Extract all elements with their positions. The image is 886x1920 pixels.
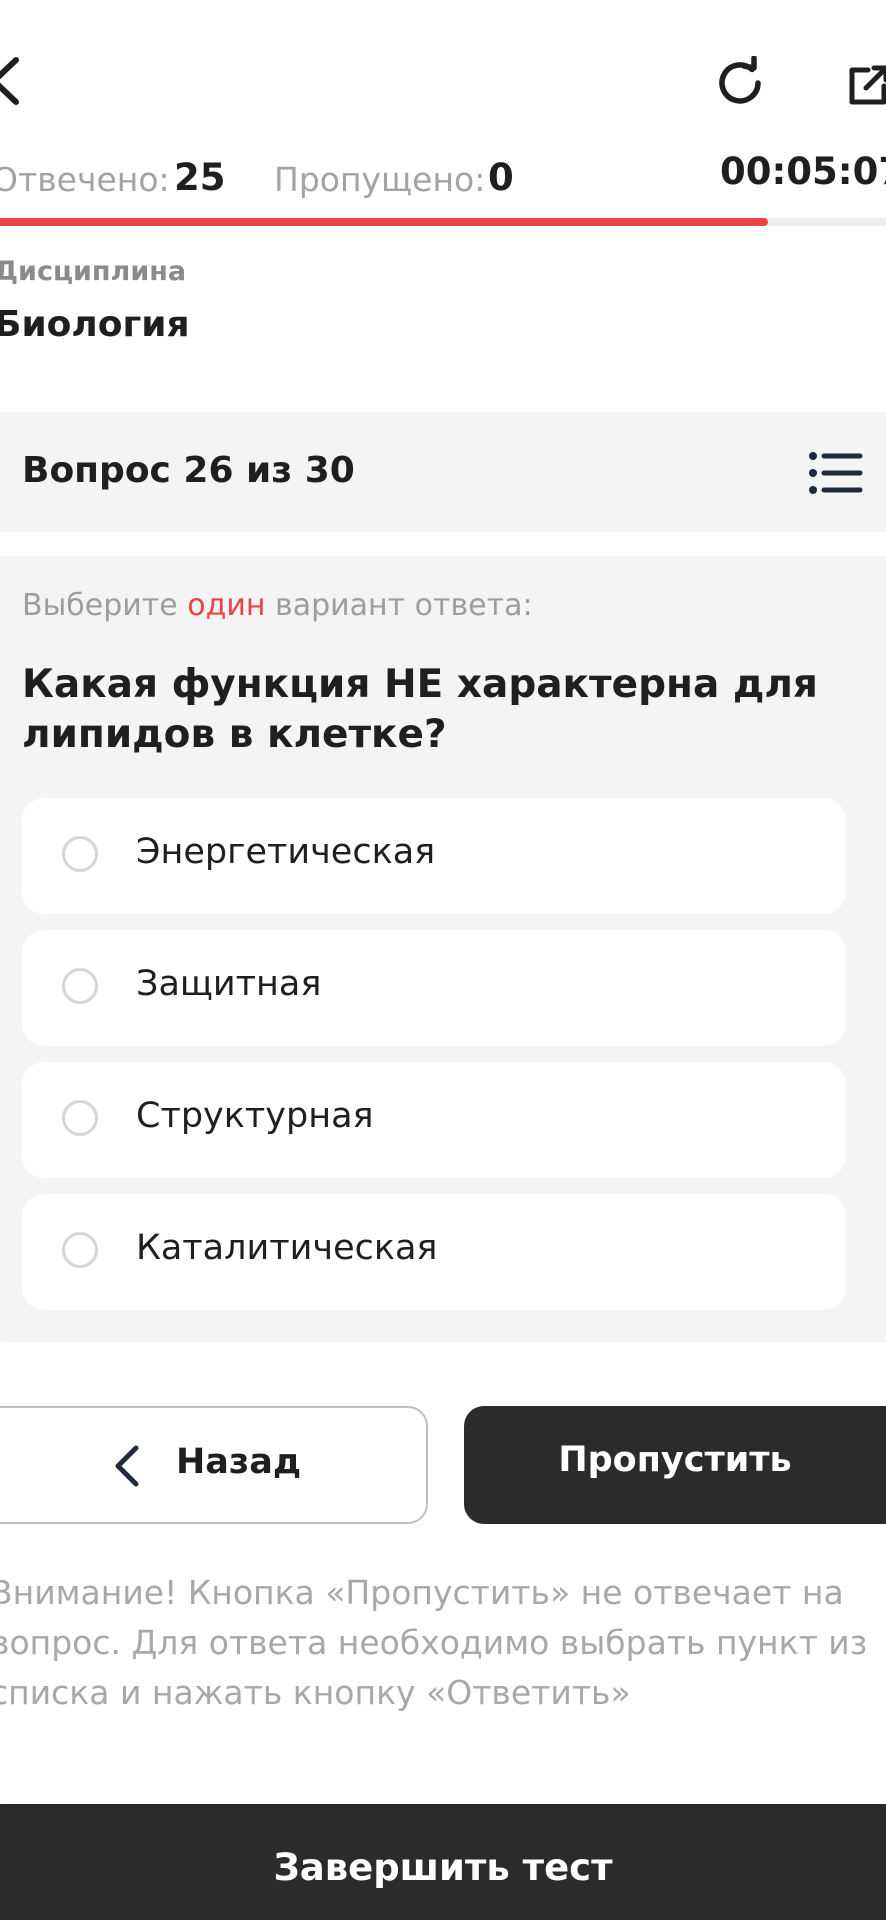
option-label: Структурная xyxy=(136,1096,374,1136)
skip-warning: Внимание! Кнопка «Пропустить» не отвечае… xyxy=(0,1573,868,1712)
progress-bar xyxy=(0,218,886,226)
refresh-icon[interactable] xyxy=(714,56,768,110)
quiz-screen: Отвечено: 25 Пропущено: 0 00:05:07 Дисци… xyxy=(0,0,886,1920)
instruction-text: Выберите xyxy=(22,588,178,623)
stats-row: Отвечено: 25 Пропущено: 0 00:05:07 xyxy=(0,150,886,210)
answer-option[interactable]: Защитная xyxy=(22,930,846,1046)
question-card: Выберите один вариант ответа: Какая функ… xyxy=(0,556,886,1342)
back-button-label: Назад xyxy=(176,1442,302,1482)
question-list-icon[interactable] xyxy=(808,450,864,496)
discipline-label: Дисциплина xyxy=(0,256,187,287)
answer-option[interactable]: Каталитическая xyxy=(22,1194,846,1310)
discipline-value: Биология xyxy=(0,304,190,345)
answer-option[interactable]: Структурная xyxy=(22,1062,846,1178)
finish-test-button[interactable]: Завершить тест xyxy=(0,1804,886,1920)
radio-button[interactable] xyxy=(62,836,98,872)
question-text: Какая функция НЕ характерна для липидов … xyxy=(22,662,818,757)
skip-button[interactable]: Пропустить xyxy=(464,1406,886,1524)
radio-button[interactable] xyxy=(62,1232,98,1268)
chevron-left-icon[interactable] xyxy=(0,56,22,106)
answer-option[interactable]: Энергетическая xyxy=(22,798,846,914)
external-link-icon[interactable] xyxy=(846,62,886,108)
chevron-left-icon xyxy=(115,1445,139,1487)
option-label: Энергетическая xyxy=(136,832,436,872)
answer-instruction: Выберите один вариант ответа: xyxy=(22,588,533,623)
question-header: Вопрос 26 из 30 xyxy=(0,412,886,532)
top-bar xyxy=(0,0,886,160)
option-label: Защитная xyxy=(136,964,322,1004)
radio-button[interactable] xyxy=(62,1100,98,1136)
timer: 00:05:07 xyxy=(720,150,886,193)
finish-test-label: Завершить тест xyxy=(273,1846,613,1889)
radio-button[interactable] xyxy=(62,968,98,1004)
answered-count: 25 xyxy=(174,156,226,199)
progress-fill xyxy=(0,218,768,226)
back-button[interactable]: Назад xyxy=(0,1406,428,1524)
instruction-accent: один xyxy=(187,588,266,623)
question-counter: Вопрос 26 из 30 xyxy=(22,450,355,491)
answered-label: Отвечено: xyxy=(0,160,170,199)
option-label: Каталитическая xyxy=(136,1228,438,1268)
skip-button-label: Пропустить xyxy=(558,1440,792,1480)
instruction-text-end: вариант ответа: xyxy=(275,588,533,623)
skipped-count: 0 xyxy=(488,156,514,199)
skipped-label: Пропущено: xyxy=(274,160,486,199)
